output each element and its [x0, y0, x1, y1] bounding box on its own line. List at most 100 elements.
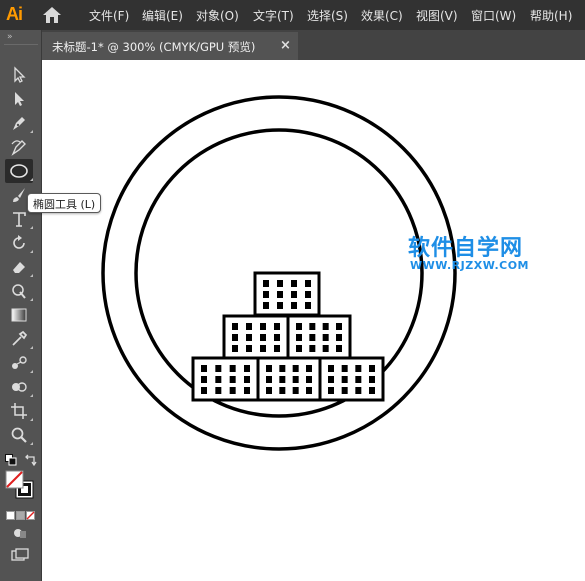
- building-window: [296, 323, 302, 330]
- building-window: [328, 376, 334, 383]
- building-window: [369, 365, 375, 372]
- building-window: [305, 280, 311, 287]
- building-window: [263, 291, 269, 298]
- building-window: [369, 387, 375, 394]
- building-window: [232, 334, 238, 341]
- building-window: [292, 387, 299, 394]
- shape-builder-tool-icon[interactable]: [5, 375, 33, 399]
- fill-stroke-swatch[interactable]: [5, 470, 35, 500]
- watermark-url: WWW.RJZXW.COM: [410, 259, 529, 272]
- building-window: [277, 291, 283, 298]
- puppet-warp-tool-icon[interactable]: [5, 279, 33, 303]
- building-window: [277, 280, 283, 287]
- selection-tool-icon[interactable]: [5, 63, 33, 87]
- default-colors-icon[interactable]: [5, 451, 17, 466]
- building-window: [341, 376, 348, 383]
- color-mode-buttons[interactable]: [6, 506, 36, 520]
- building-window: [336, 323, 342, 330]
- menu-edit[interactable]: 编辑(E): [142, 7, 183, 24]
- toolbar-divider: [4, 44, 38, 45]
- building-window: [328, 387, 334, 394]
- menu-help[interactable]: 帮助(H): [530, 7, 572, 24]
- building-window: [306, 365, 312, 372]
- building-window: [328, 365, 334, 372]
- building-window: [341, 365, 348, 372]
- building-window: [306, 387, 312, 394]
- curvature-tool-icon[interactable]: [5, 135, 33, 159]
- menu-type[interactable]: 文字(T): [253, 7, 294, 24]
- building-window: [274, 334, 280, 341]
- menu-view[interactable]: 视图(V): [416, 7, 458, 24]
- menu-window[interactable]: 窗口(W): [471, 7, 516, 24]
- building-window: [309, 334, 316, 341]
- collapse-panel-icon[interactable]: »: [7, 32, 12, 42]
- tools-panel: »: [0, 30, 42, 581]
- eyedropper-tool-icon[interactable]: [5, 327, 33, 351]
- building-window: [244, 365, 250, 372]
- building-window: [355, 387, 362, 394]
- building-window: [201, 376, 207, 383]
- document-tab[interactable]: 未标题-1* @ 300% (CMYK/GPU 预览) ×: [42, 32, 298, 60]
- building-window: [266, 365, 272, 372]
- building-window: [305, 291, 311, 298]
- close-icon[interactable]: ×: [280, 38, 291, 53]
- blend-tool-icon[interactable]: [5, 351, 33, 375]
- building-window: [305, 302, 311, 309]
- rotate-tool-icon[interactable]: [5, 231, 33, 255]
- zoom-tool-icon[interactable]: [5, 423, 33, 447]
- building-window: [246, 323, 252, 330]
- building-window: [263, 302, 269, 309]
- artboard-tool-icon[interactable]: [5, 399, 33, 423]
- building-window: [232, 345, 238, 352]
- swap-colors-icon[interactable]: [24, 451, 38, 467]
- building-window: [229, 387, 236, 394]
- menu-select[interactable]: 选择(S): [307, 7, 348, 24]
- building-window: [260, 323, 266, 330]
- building-window: [355, 365, 362, 372]
- building-window: [260, 345, 266, 352]
- direct-selection-tool-icon[interactable]: [5, 87, 33, 111]
- building-window: [229, 365, 236, 372]
- artboard-canvas[interactable]: [42, 60, 585, 581]
- building-window: [244, 387, 250, 394]
- building-window: [201, 365, 207, 372]
- menu-file[interactable]: 文件(F): [89, 7, 129, 24]
- app-logo: Ai: [6, 4, 23, 24]
- building-window: [369, 376, 375, 383]
- ellipse-tool-tooltip: 椭圆工具 (L): [27, 193, 102, 213]
- building-window: [279, 387, 286, 394]
- building-window: [263, 280, 269, 287]
- building-window: [266, 376, 272, 383]
- building-window: [215, 365, 222, 372]
- building-window: [244, 376, 250, 383]
- eraser-tool-icon[interactable]: [5, 255, 33, 279]
- menu-effect[interactable]: 效果(C): [361, 7, 403, 24]
- pen-tool-icon[interactable]: [5, 111, 33, 135]
- building-stack-icon: [191, 271, 385, 402]
- building-window: [279, 365, 286, 372]
- building-window: [291, 302, 297, 309]
- gradient-tool-icon[interactable]: [5, 303, 33, 327]
- building-window: [246, 334, 252, 341]
- building-window: [292, 365, 299, 372]
- building-window: [266, 387, 272, 394]
- building-window: [296, 345, 302, 352]
- drawing-modes-icon[interactable]: [13, 524, 27, 538]
- building-window: [291, 291, 297, 298]
- building-window: [279, 376, 286, 383]
- building-window: [306, 376, 312, 383]
- building-window: [292, 376, 299, 383]
- screen-mode-icon[interactable]: [11, 547, 29, 561]
- building-window: [355, 376, 362, 383]
- building-window: [296, 334, 302, 341]
- artwork: [101, 95, 457, 451]
- home-icon[interactable]: [42, 6, 62, 24]
- building-window: [274, 345, 280, 352]
- building-window: [336, 345, 342, 352]
- building-window: [322, 334, 329, 341]
- building-window: [291, 280, 297, 287]
- ellipse-tool-icon[interactable]: [5, 159, 33, 183]
- building-window: [309, 345, 316, 352]
- building-window: [232, 323, 238, 330]
- menu-object[interactable]: 对象(O): [196, 7, 239, 24]
